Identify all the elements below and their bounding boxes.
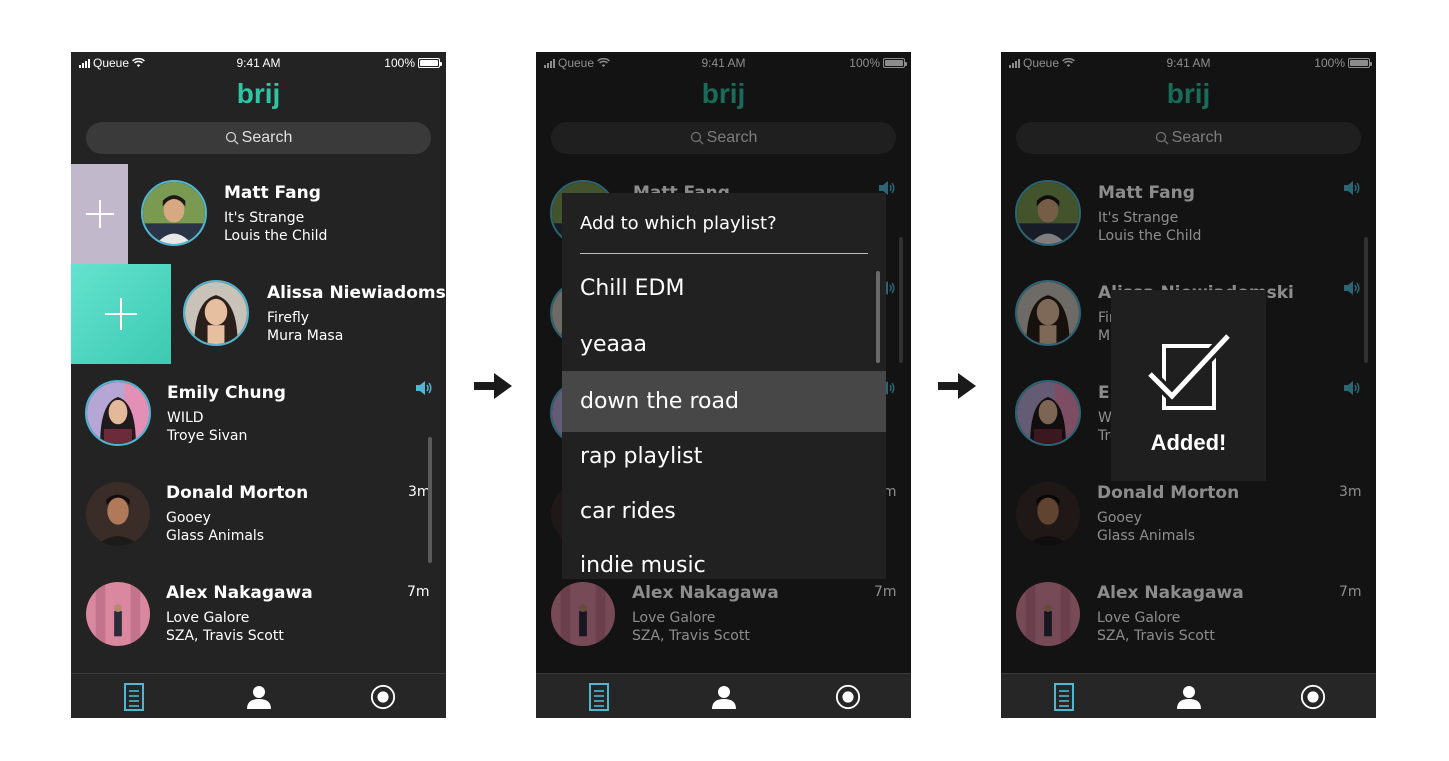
scrollbar[interactable] [428, 437, 432, 563]
divider [580, 253, 868, 254]
feed-item[interactable]: Donald Morton Gooey Glass Animals 3m [71, 464, 446, 564]
search-input[interactable]: Search [86, 122, 431, 154]
avatar [141, 180, 207, 246]
user-name: Donald Morton [166, 483, 309, 503]
list-doc-icon[interactable] [586, 683, 612, 711]
artist-name: Troye Sivan [167, 428, 248, 444]
song-title: Firefly [267, 310, 310, 326]
artist-name: Mura Masa [267, 328, 344, 344]
battery-icon [418, 58, 442, 68]
artist-name: Louis the Child [224, 228, 328, 244]
arrow-right-icon [938, 373, 976, 399]
tab-bar [1001, 673, 1376, 718]
added-confirmation-toast: Added! [1111, 290, 1266, 481]
song-title: Love Galore [166, 610, 250, 626]
feed-item[interactable]: Emily Chung WILD Troye Sivan [71, 364, 446, 464]
playlist-option[interactable]: rap playlist [562, 426, 886, 487]
add-to-playlist-button[interactable] [71, 264, 171, 364]
playlist-option[interactable]: yeaaa [562, 314, 886, 375]
phone-screen-added-confirmation: Queue 9:41 AM 100% brij Search Matt Fang… [1001, 52, 1376, 718]
checkmark-icon [1145, 331, 1232, 410]
phone-screen-playlist-picker: Queue 9:41 AM 100% brij Search Matt Fang [536, 52, 911, 718]
plus-icon [105, 298, 137, 330]
feed-item[interactable]: Alissa Niewiadomski Firefly Mura Masa [71, 264, 446, 364]
tab-bar [71, 673, 446, 718]
feed-item[interactable]: Matt Fang It's Strange Louis the Child [71, 164, 446, 264]
app-logo: brij [236, 78, 281, 109]
search-icon [225, 131, 239, 145]
playlist-option[interactable]: car rides [562, 481, 886, 542]
status-bar: Queue 9:41 AM 100% [71, 52, 446, 74]
playlist-option[interactable]: indie music [562, 535, 886, 579]
song-title: Gooey [166, 510, 211, 526]
record-icon[interactable] [1300, 683, 1326, 711]
plus-icon [85, 200, 114, 228]
person-icon[interactable] [1176, 683, 1202, 711]
user-name: Alissa Niewiadomski [267, 283, 446, 303]
song-title: WILD [167, 410, 204, 426]
modal-scrollbar[interactable] [876, 271, 880, 363]
add-to-playlist-button[interactable] [71, 164, 128, 264]
avatar [86, 482, 150, 546]
tab-bar [536, 673, 911, 718]
list-doc-icon[interactable] [1051, 683, 1077, 711]
avatar [86, 582, 150, 646]
added-label: Added! [1150, 430, 1227, 455]
avatar [85, 380, 151, 446]
artist-name: SZA, Travis Scott [166, 628, 284, 644]
user-name: Emily Chung [167, 383, 286, 403]
playlist-picker-modal: Add to which playlist? Chill EDM yeaaa d… [562, 193, 886, 579]
feed-item[interactable]: Alex Nakagawa Love Galore SZA, Travis Sc… [71, 564, 446, 664]
battery-label: 100% [384, 56, 415, 70]
modal-title: Add to which playlist? [580, 213, 777, 234]
playlist-option-selected[interactable]: down the road [562, 371, 886, 432]
playlist-option[interactable]: Chill EDM [562, 258, 886, 319]
phone-screen-swipe: Queue 9:41 AM 100% brij Search Matt Fang… [71, 52, 446, 718]
record-icon[interactable] [835, 683, 861, 711]
list-doc-icon[interactable] [121, 683, 147, 711]
user-name: Matt Fang [224, 183, 321, 203]
user-name: Alex Nakagawa [166, 583, 313, 603]
person-icon[interactable] [711, 683, 737, 711]
speaker-icon [416, 381, 432, 395]
avatar [183, 280, 249, 346]
arrow-right-icon [474, 373, 512, 399]
artist-name: Glass Animals [166, 528, 265, 544]
song-title: It's Strange [224, 210, 305, 226]
person-icon[interactable] [246, 683, 272, 711]
search-placeholder: Search [241, 129, 293, 146]
record-icon[interactable] [370, 683, 396, 711]
timestamp: 7m [407, 584, 430, 600]
